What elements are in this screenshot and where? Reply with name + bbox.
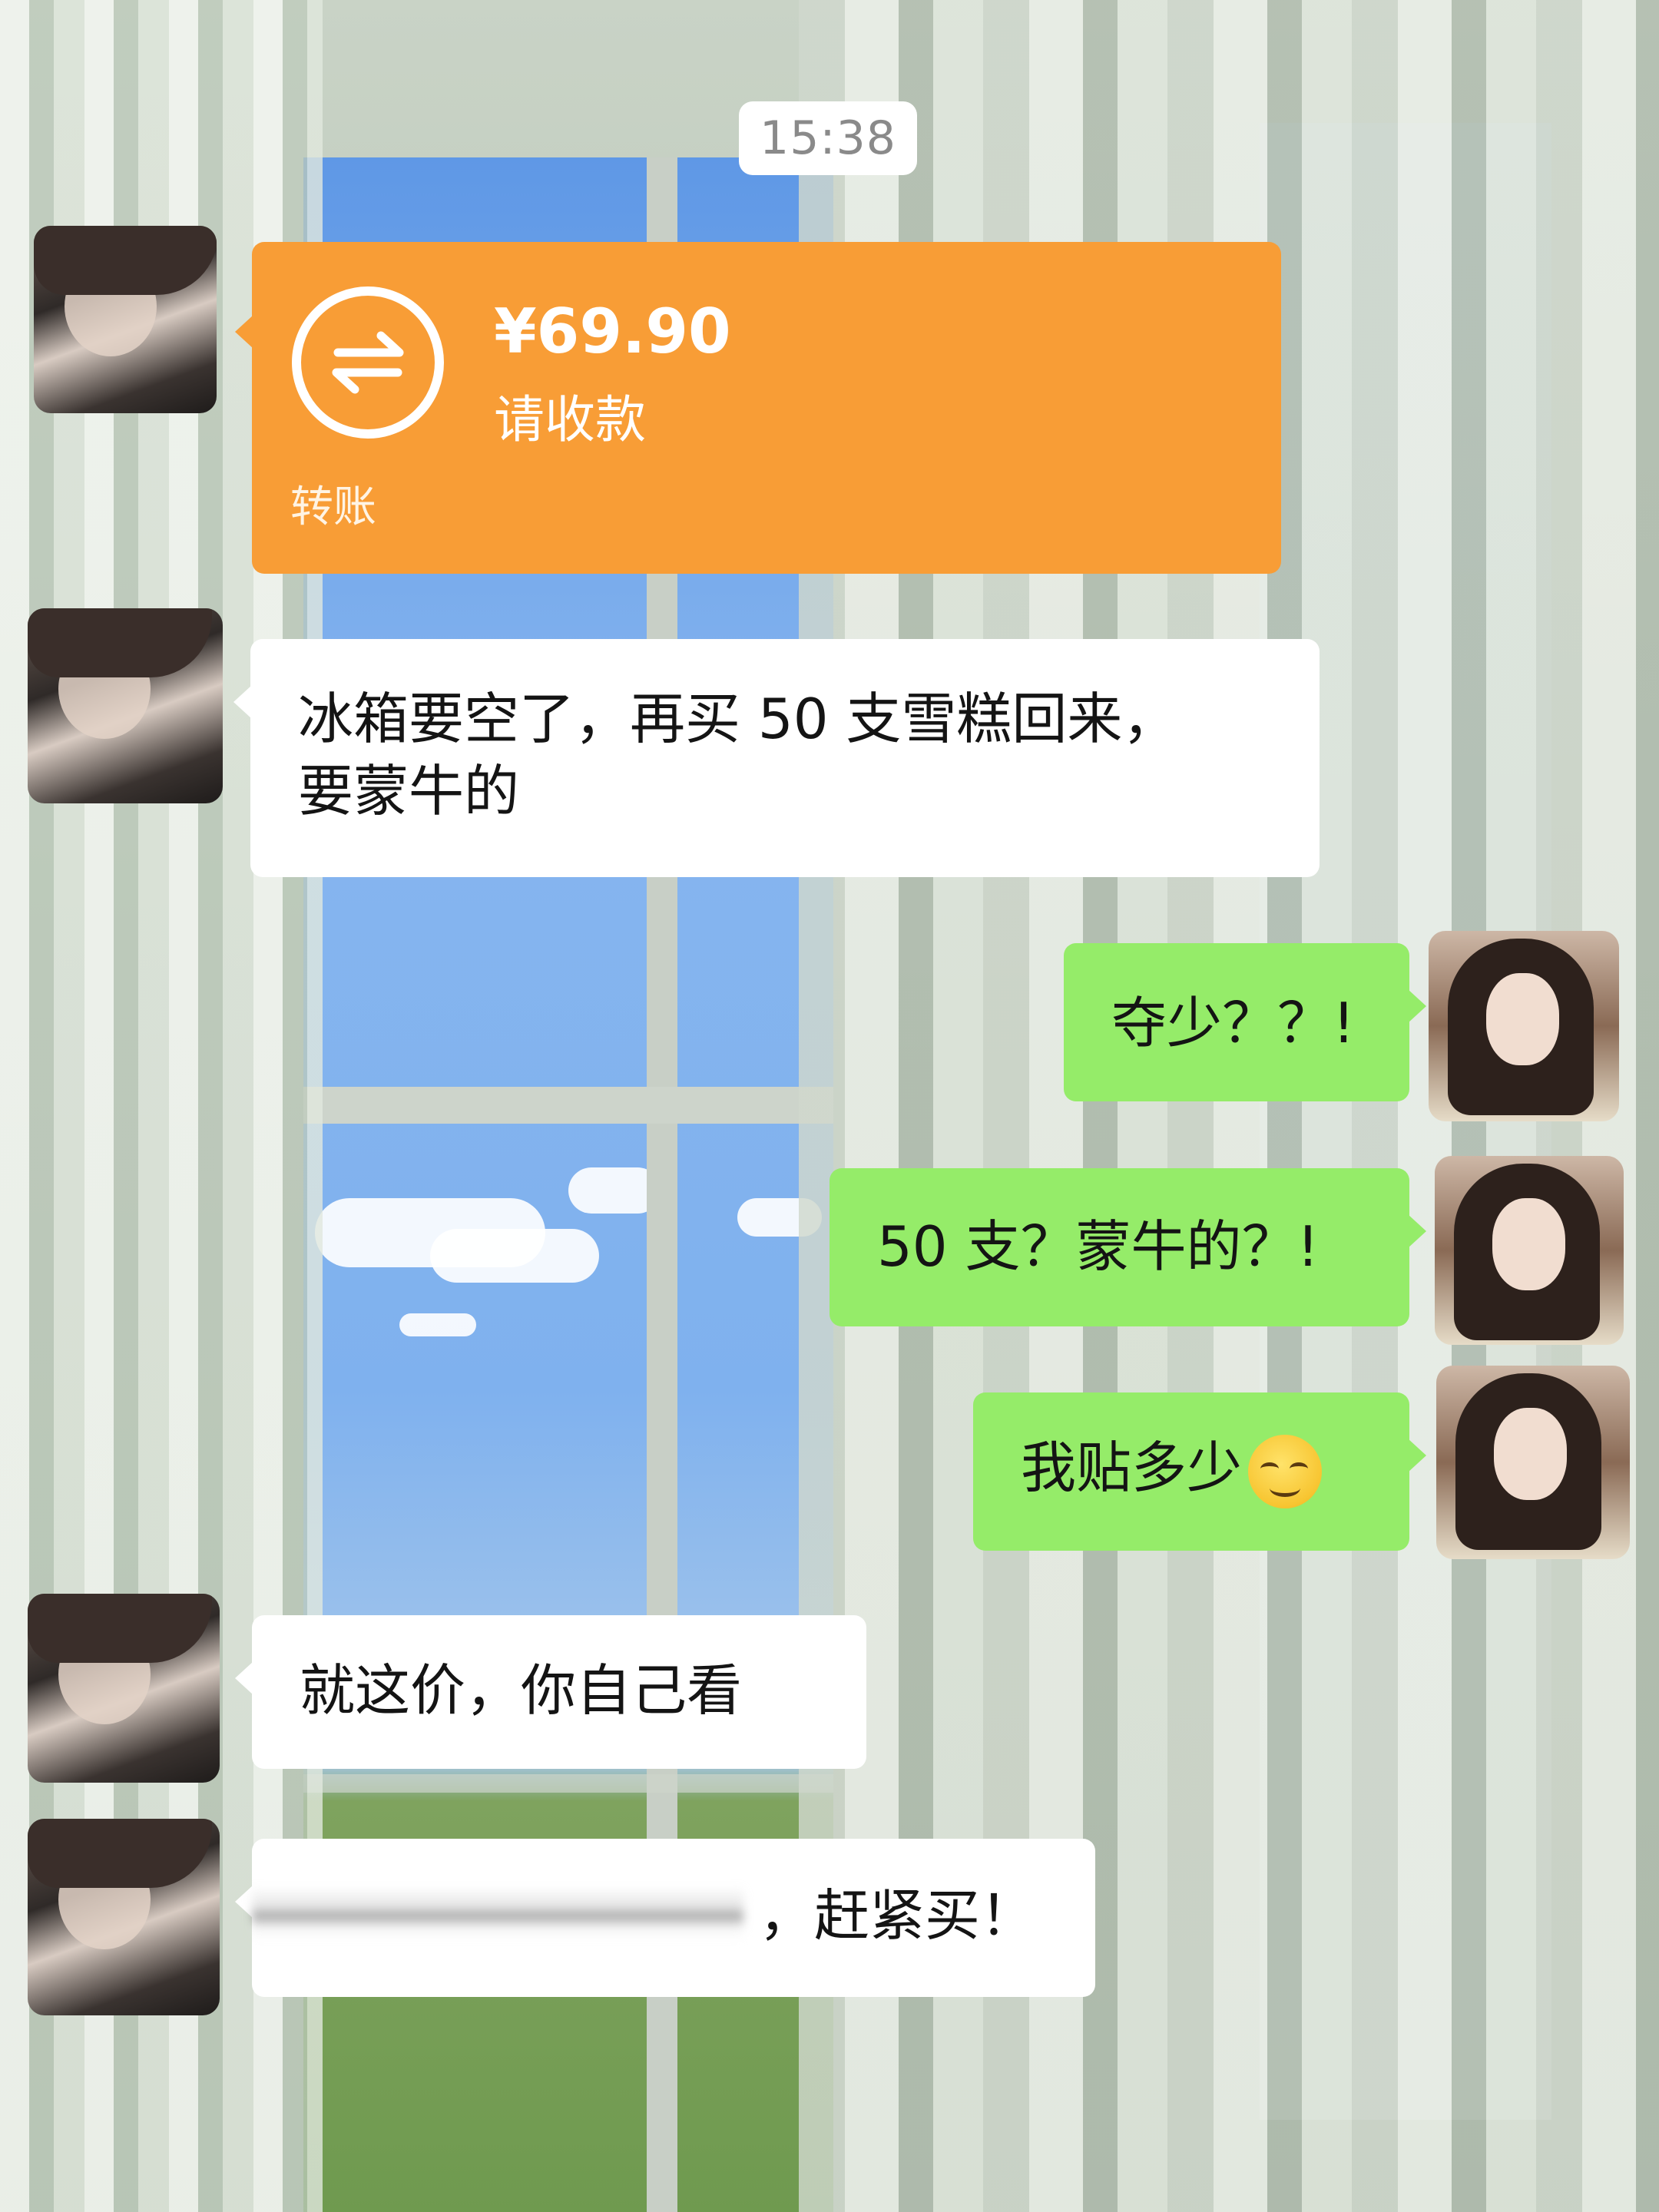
transfer-amount: ¥69.90	[494, 296, 731, 367]
emoji-mouth	[1270, 1479, 1301, 1498]
message-text: 就这价，你自己看	[300, 1658, 743, 1723]
message-text: 冰箱要空了，再买 50 支雪糕回来，	[298, 687, 1178, 751]
avatar[interactable]	[34, 226, 217, 413]
transfer-label: 转账	[290, 482, 376, 532]
chat-view: 15:38 ¥69.90 请收款 转账 冰箱要空了，再买 50 支雪糕回来， 要…	[0, 0, 1659, 2212]
avatar[interactable]	[28, 608, 223, 803]
message-text: 50 支？蒙牛的？!	[877, 1214, 1320, 1279]
transfer-card[interactable]: ¥69.90 请收款 转账	[235, 242, 1281, 574]
message-bubble[interactable]: ，赶紧买！	[235, 1839, 1095, 1997]
smirk-face-icon	[1248, 1435, 1323, 1509]
bubble-tail	[233, 685, 252, 719]
message-text: 我贴多少	[1021, 1435, 1243, 1500]
message-bubble[interactable]: 50 支？蒙牛的？!	[830, 1168, 1426, 1326]
avatar[interactable]	[1429, 931, 1619, 1121]
message-bubble[interactable]: 就这价，你自己看	[235, 1615, 866, 1769]
bubble-tail	[235, 1885, 253, 1919]
message-bubble[interactable]: 夺少？？!	[1064, 943, 1426, 1101]
message-text: 夺少？？!	[1111, 991, 1355, 1055]
timestamp-badge: 15:38	[739, 101, 917, 175]
redacted-text	[252, 1886, 743, 1940]
avatar[interactable]	[28, 1594, 220, 1783]
bubble-tail	[235, 315, 253, 349]
bubble-tail	[1408, 1439, 1426, 1472]
avatar[interactable]	[1436, 1366, 1630, 1559]
avatar[interactable]	[1435, 1156, 1624, 1345]
bubble-tail	[1408, 989, 1426, 1023]
transfer-arrows-icon	[292, 286, 444, 439]
avatar[interactable]	[28, 1819, 220, 2015]
bubble-tail	[235, 1661, 253, 1695]
message-bubble[interactable]: 冰箱要空了，再买 50 支雪糕回来， 要蒙牛的	[233, 639, 1320, 877]
bubble-tail	[1408, 1214, 1426, 1248]
message-text: 要蒙牛的	[298, 758, 520, 823]
message-text: ，赶紧买！	[759, 1883, 1036, 1948]
transfer-subtitle: 请收款	[494, 390, 646, 449]
message-bubble[interactable]: 我贴多少	[973, 1392, 1426, 1551]
